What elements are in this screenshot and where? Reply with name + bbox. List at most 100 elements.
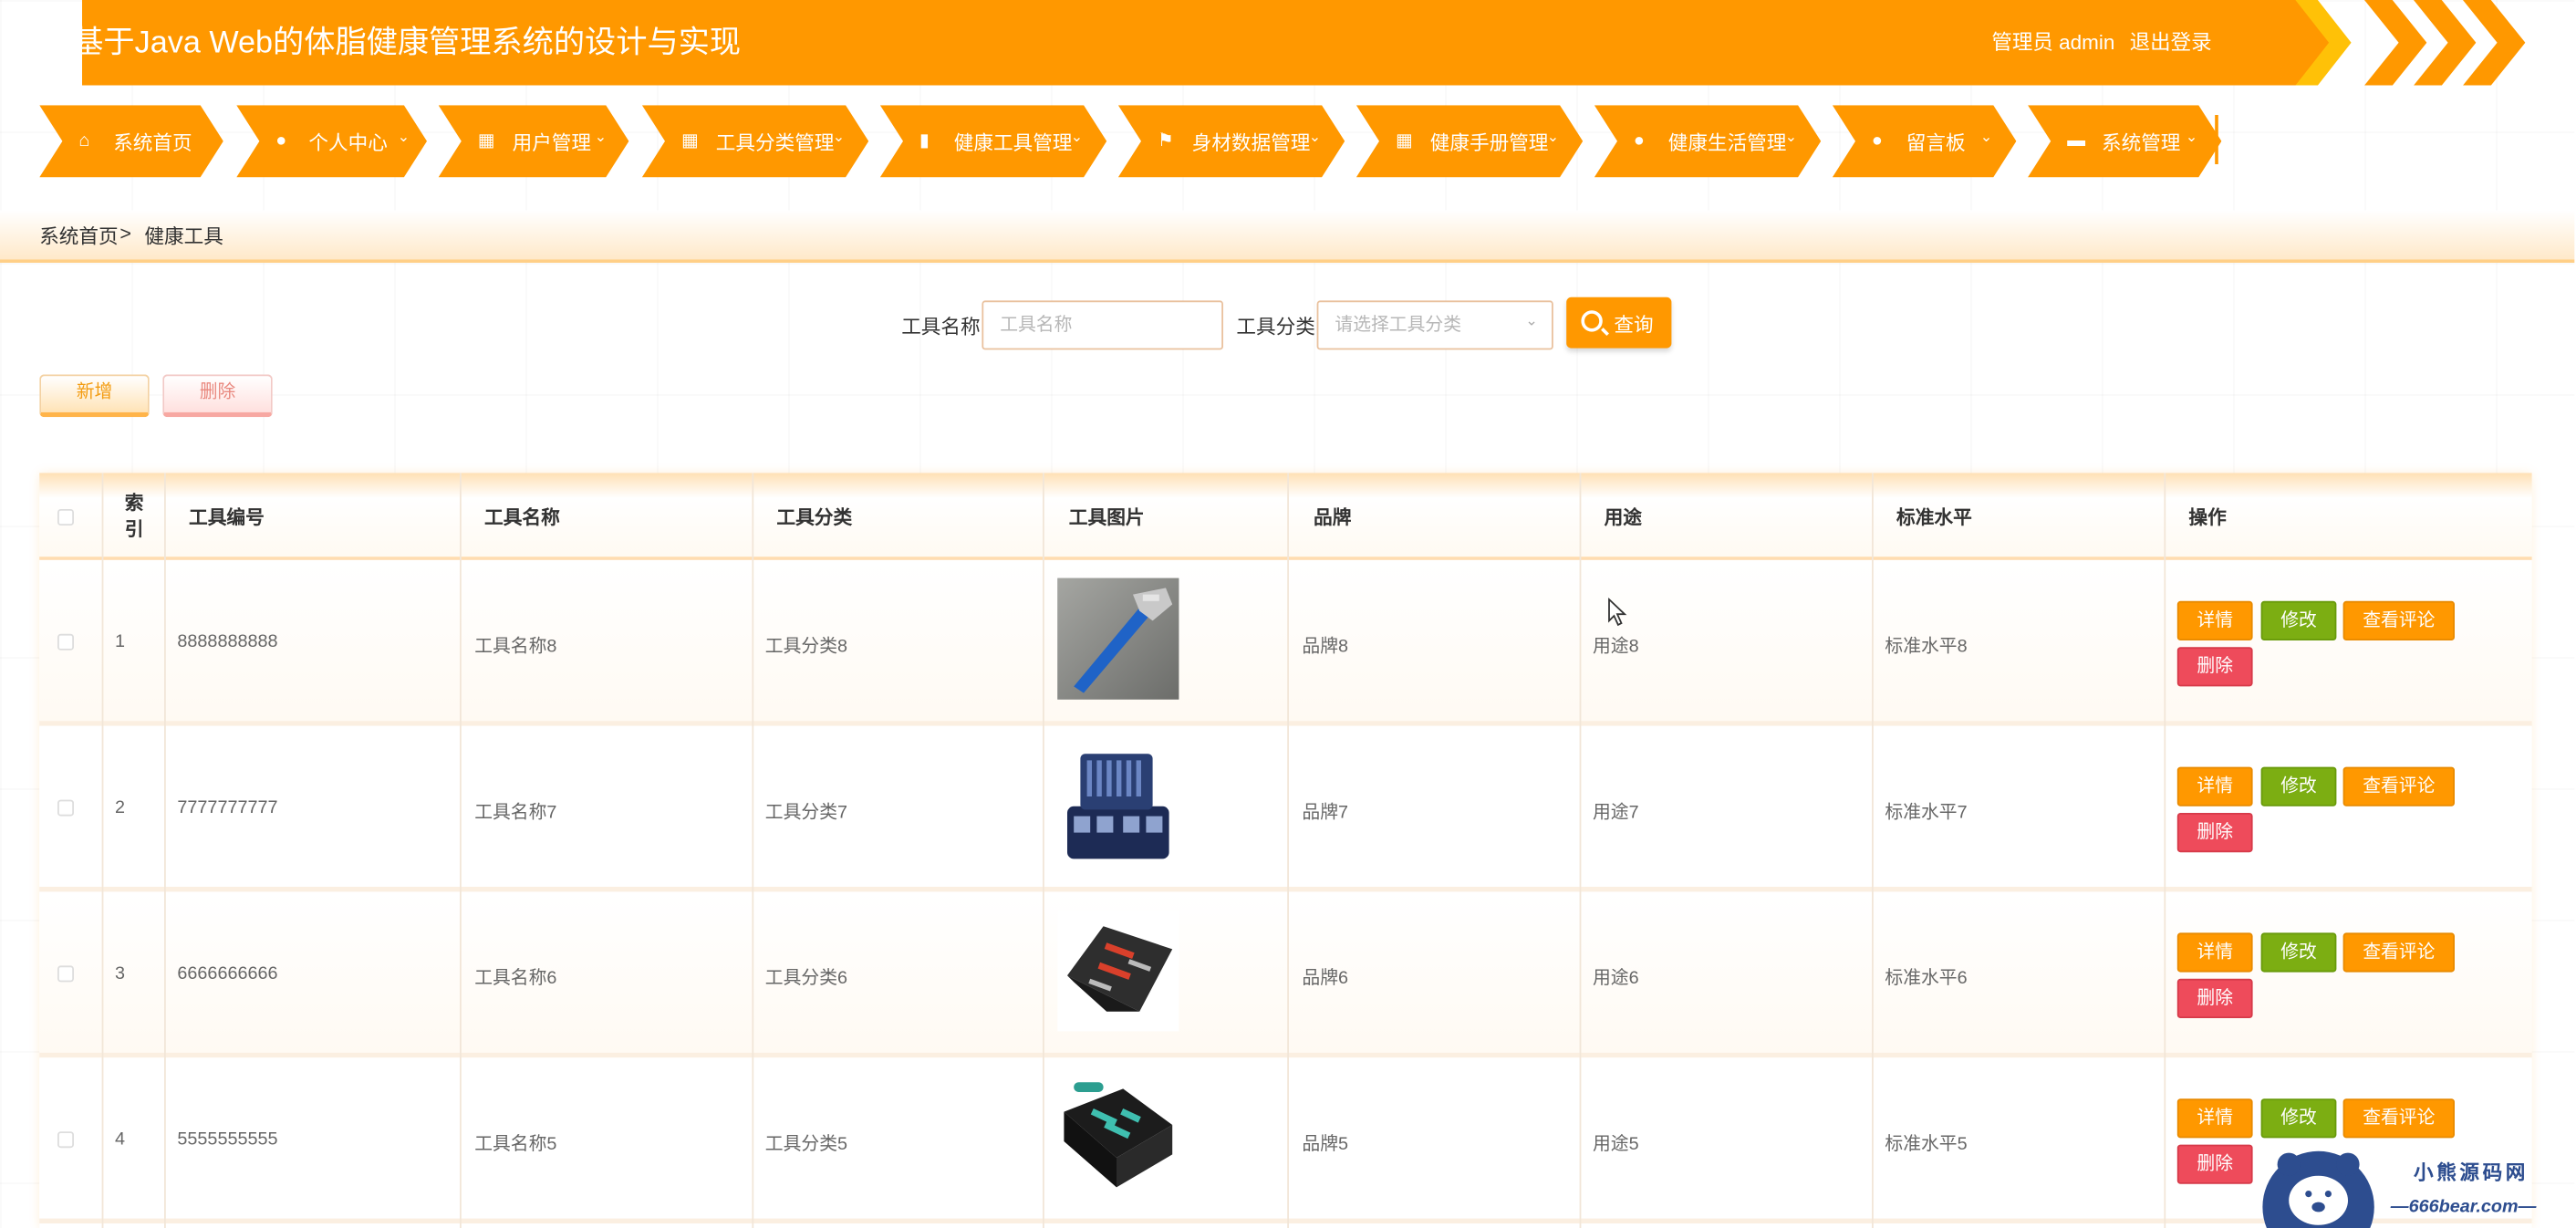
- detail-button[interactable]: 详情: [2176, 1098, 2253, 1139]
- breadcrumb: 系统首页 > 健康工具: [0, 210, 2575, 263]
- bar-chart-icon: ▮: [919, 131, 930, 151]
- main-nav: ⌂ 系统首页 ● 个人中心 ⌄ ▦ 用户管理 ⌄ ▦ 工具分类管理 ⌄ ▮ 健康…: [39, 105, 2239, 177]
- nav-item-message-board[interactable]: ● 留言板 ⌄: [1833, 105, 2017, 177]
- chevron-decoration-icon: [2364, 0, 2427, 86]
- cell-index: 4: [115, 1129, 126, 1150]
- chevron-down-icon: ⌄: [1979, 128, 1993, 145]
- view-comments-button[interactable]: 查看评论: [2342, 600, 2455, 640]
- nav-item-healthy-life[interactable]: ● 健康生活管理 ⌄: [1594, 105, 1821, 177]
- column-divider: [1043, 473, 1044, 1228]
- cell-standard: 标准水平7: [1885, 803, 1968, 823]
- cell-category: 工具分类7: [764, 803, 848, 823]
- grid-icon: ▦: [681, 131, 699, 151]
- chevron-down-icon: ⌄: [832, 128, 846, 145]
- nav-label: 工具分类管理: [715, 131, 835, 155]
- edit-button[interactable]: 修改: [2260, 1098, 2337, 1139]
- nav-item-health-manual[interactable]: ▦ 健康手册管理 ⌄: [1356, 105, 1583, 177]
- nav-item-health-tools[interactable]: ▮ 健康工具管理 ⌄: [880, 105, 1106, 177]
- column-divider: [101, 473, 104, 1228]
- tool-image-green-tool-kit: [1057, 1076, 1179, 1198]
- chevron-down-icon: ⌄: [1308, 128, 1322, 145]
- column-divider: [1872, 473, 1874, 1228]
- cell-standard: 标准水平6: [1885, 969, 1968, 989]
- row-checkbox[interactable]: [57, 799, 74, 817]
- column-divider: [752, 473, 754, 1228]
- row-checkbox[interactable]: [57, 633, 74, 650]
- batch-delete-button[interactable]: 删除: [162, 374, 273, 418]
- cell-code: 5555555555: [177, 1129, 278, 1150]
- view-comments-button[interactable]: 查看评论: [2342, 932, 2455, 973]
- table-header: 索引 工具编号 工具名称 工具分类 工具图片 品牌 用途 标准水平 操作: [39, 473, 2532, 560]
- delete-row-button[interactable]: 删除: [2176, 978, 2253, 1018]
- detail-button[interactable]: 详情: [2176, 766, 2253, 807]
- table-row: 2 7777777777 工具名称7 工具分类7 品牌7 用途7 标准水平7 详…: [39, 727, 2532, 892]
- pin-icon: ●: [1872, 131, 1883, 151]
- row-checkbox[interactable]: [57, 1131, 74, 1149]
- nav-item-home[interactable]: ⌂ 系统首页: [39, 105, 223, 177]
- nav-label: 个人中心: [308, 131, 388, 155]
- edit-button[interactable]: 修改: [2260, 766, 2337, 807]
- query-button[interactable]: 查询: [1566, 297, 1672, 349]
- tool-category-label: 工具分类: [1236, 315, 1315, 338]
- header-standard: 标准水平: [1896, 509, 1972, 529]
- tool-name-label: 工具名称: [901, 315, 981, 338]
- delete-row-button[interactable]: 删除: [2176, 647, 2253, 687]
- view-comments-button[interactable]: 查看评论: [2342, 1098, 2455, 1139]
- app-title: 基于Java Web的体脂健康管理系统的设计与实现: [72, 26, 742, 61]
- cell-brand: 品牌6: [1302, 969, 1349, 989]
- tool-category-select[interactable]: [1316, 300, 1553, 350]
- chevron-down-icon: ⌄: [1070, 128, 1084, 145]
- watermark-title: 小熊源码网: [2414, 1160, 2529, 1184]
- search-icon: [1581, 310, 1603, 332]
- tool-name-input[interactable]: [982, 300, 1223, 350]
- home-icon: ⌂: [78, 131, 90, 151]
- printer-icon: ▬: [2067, 131, 2085, 151]
- table-row: 1 8888888888 工具名称8 工具分类8 品牌8 用途8 标准水平8 详…: [39, 561, 2532, 726]
- edit-button[interactable]: 修改: [2260, 932, 2337, 973]
- table-row: 3 6666666666 工具名称6 工具分类6 品牌6 用途6 标准水平6 详…: [39, 893, 2532, 1058]
- chevron-down-icon: ⌄: [1546, 128, 1560, 145]
- tools-table: 索引 工具编号 工具名称 工具分类 工具图片 品牌 用途 标准水平 操作 1 8…: [39, 473, 2532, 1228]
- chevron-down-icon: ⌄: [594, 128, 608, 145]
- breadcrumb-current: 健康工具: [144, 224, 223, 248]
- row-checkbox[interactable]: [57, 965, 74, 983]
- cell-name: 工具名称7: [474, 803, 557, 823]
- delete-row-button[interactable]: 删除: [2176, 1144, 2253, 1184]
- view-comments-button[interactable]: 查看评论: [2342, 766, 2455, 807]
- nav-label: 身材数据管理: [1191, 131, 1311, 155]
- edit-button[interactable]: 修改: [2260, 600, 2337, 640]
- user-icon: ●: [275, 131, 287, 151]
- column-divider: [460, 473, 462, 1228]
- logout-link[interactable]: 退出登录: [2130, 25, 2212, 56]
- cell-code: 7777777777: [177, 797, 278, 818]
- nav-item-system[interactable]: ▬ 系统管理 ⌄: [2028, 105, 2221, 177]
- select-all-checkbox[interactable]: [57, 509, 74, 526]
- nav-label: 系统首页: [113, 131, 192, 155]
- cell-standard: 标准水平5: [1885, 1134, 1968, 1155]
- nav-item-body-data[interactable]: ⚑ 身材数据管理 ⌄: [1118, 105, 1345, 177]
- chevron-down-icon: ⌄: [1525, 312, 1538, 328]
- detail-button[interactable]: 详情: [2176, 600, 2253, 640]
- cell-category: 工具分类8: [764, 637, 848, 657]
- nav-label: 健康工具管理: [953, 131, 1073, 155]
- watermark: 小熊源码网 —666bear.com—: [2259, 1141, 2575, 1228]
- header-brand: 品牌: [1314, 509, 1352, 529]
- nav-item-profile[interactable]: ● 个人中心 ⌄: [236, 105, 427, 177]
- detail-button[interactable]: 详情: [2176, 932, 2253, 973]
- header-category: 工具分类: [776, 509, 853, 529]
- nav-label: 健康生活管理: [1667, 131, 1787, 155]
- user-icon: ●: [1634, 131, 1645, 151]
- cell-category: 工具分类6: [764, 969, 848, 989]
- nav-item-tool-categories[interactable]: ▦ 工具分类管理 ⌄: [642, 105, 868, 177]
- mouse-cursor-icon: [1608, 598, 1627, 627]
- current-user: 管理员 admin: [1991, 31, 2115, 55]
- tool-image-pipe-wrench: [1057, 578, 1179, 700]
- nav-item-users[interactable]: ▦ 用户管理 ⌄: [439, 105, 629, 177]
- add-button[interactable]: 新增: [39, 374, 150, 418]
- delete-row-button[interactable]: 删除: [2176, 813, 2253, 853]
- cell-usage: 用途6: [1593, 969, 1639, 989]
- chevron-down-icon: ⌄: [2185, 128, 2198, 145]
- column-divider: [1579, 473, 1582, 1228]
- cell-usage: 用途8: [1593, 637, 1639, 657]
- breadcrumb-home[interactable]: 系统首页: [39, 222, 118, 250]
